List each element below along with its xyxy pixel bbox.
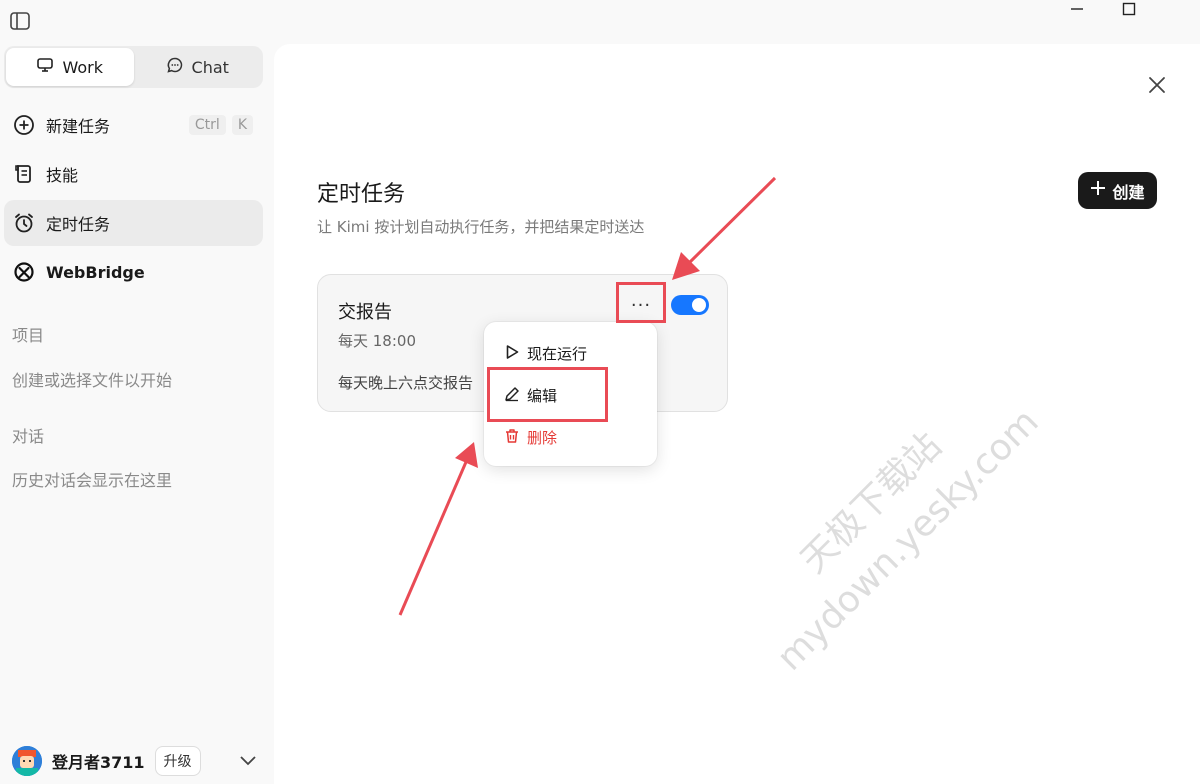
alarm-clock-icon — [12, 211, 36, 235]
highlight-box-edit — [487, 367, 608, 422]
sidebar-item-label: 定时任务 — [46, 215, 111, 234]
plus-icon — [1090, 180, 1106, 201]
conversations-section-label: 对话 — [12, 427, 45, 446]
tab-chat-label: Chat — [191, 57, 229, 77]
sidebar-toggle-icon[interactable] — [10, 12, 30, 30]
menu-item-label: 删除 — [527, 429, 558, 447]
task-title: 交报告 — [338, 302, 392, 323]
shortcut-key: Ctrl — [188, 115, 226, 135]
task-schedule: 每天 18:00 — [338, 332, 416, 350]
conversations-empty-hint: 历史对话会显示在这里 — [12, 471, 173, 490]
webbridge-icon — [12, 260, 36, 284]
projects-empty-hint: 创建或选择文件以开始 — [12, 371, 173, 390]
projects-section-label: 项目 — [12, 326, 45, 345]
monitor-icon — [36, 56, 54, 78]
task-description: 每天晚上六点交报告 — [338, 374, 474, 392]
menu-item-delete[interactable]: 删除 — [504, 427, 557, 448]
upgrade-button[interactable]: 升级 — [154, 746, 201, 776]
chat-bubble-icon — [166, 56, 184, 78]
menu-item-label: 现在运行 — [527, 345, 588, 363]
avatar[interactable] — [12, 746, 42, 776]
create-button[interactable]: 创建 — [1078, 172, 1157, 209]
trash-icon — [504, 428, 520, 448]
user-bar: 登月者3711 升级 — [12, 742, 260, 780]
scroll-icon — [12, 162, 36, 186]
page-title: 定时任务 — [317, 182, 406, 207]
chevron-down-icon[interactable] — [236, 749, 260, 773]
user-name: 登月者3711 — [52, 753, 145, 772]
sidebar-item-scheduled-tasks[interactable]: 定时任务 — [4, 200, 263, 246]
tab-work-label: Work — [62, 57, 103, 77]
shortcut-key: K — [231, 115, 253, 135]
sidebar-item-new-task[interactable]: 新建任务 Ctrl K — [4, 102, 263, 148]
menu-item-run-now[interactable]: 现在运行 — [504, 343, 587, 364]
play-icon — [504, 344, 520, 364]
page-subtitle: 让 Kimi 按计划自动执行任务，并把结果定时送达 — [317, 218, 645, 236]
create-button-label: 创建 — [1112, 184, 1145, 202]
minimize-icon[interactable] — [1057, 0, 1097, 18]
sidebar-item-label: WebBridge — [46, 262, 145, 282]
sidebar-item-skills[interactable]: 技能 — [4, 151, 263, 197]
tab-work[interactable]: Work — [6, 48, 134, 86]
main-panel — [274, 44, 1200, 784]
shortcut-hint: Ctrl K — [188, 115, 253, 135]
task-enabled-toggle[interactable] — [671, 295, 709, 315]
tab-chat[interactable]: Chat — [134, 48, 262, 86]
close-icon[interactable] — [1144, 72, 1170, 98]
maximize-icon[interactable] — [1109, 0, 1149, 18]
highlight-box-more — [616, 282, 666, 323]
sidebar-item-label: 技能 — [46, 166, 79, 185]
toggle-knob — [692, 298, 706, 312]
mode-switch: Work Chat — [4, 46, 263, 88]
sidebar-item-webbridge[interactable]: WebBridge — [4, 249, 263, 295]
sidebar-item-label: 新建任务 — [46, 117, 111, 136]
plus-circle-icon — [12, 113, 36, 137]
